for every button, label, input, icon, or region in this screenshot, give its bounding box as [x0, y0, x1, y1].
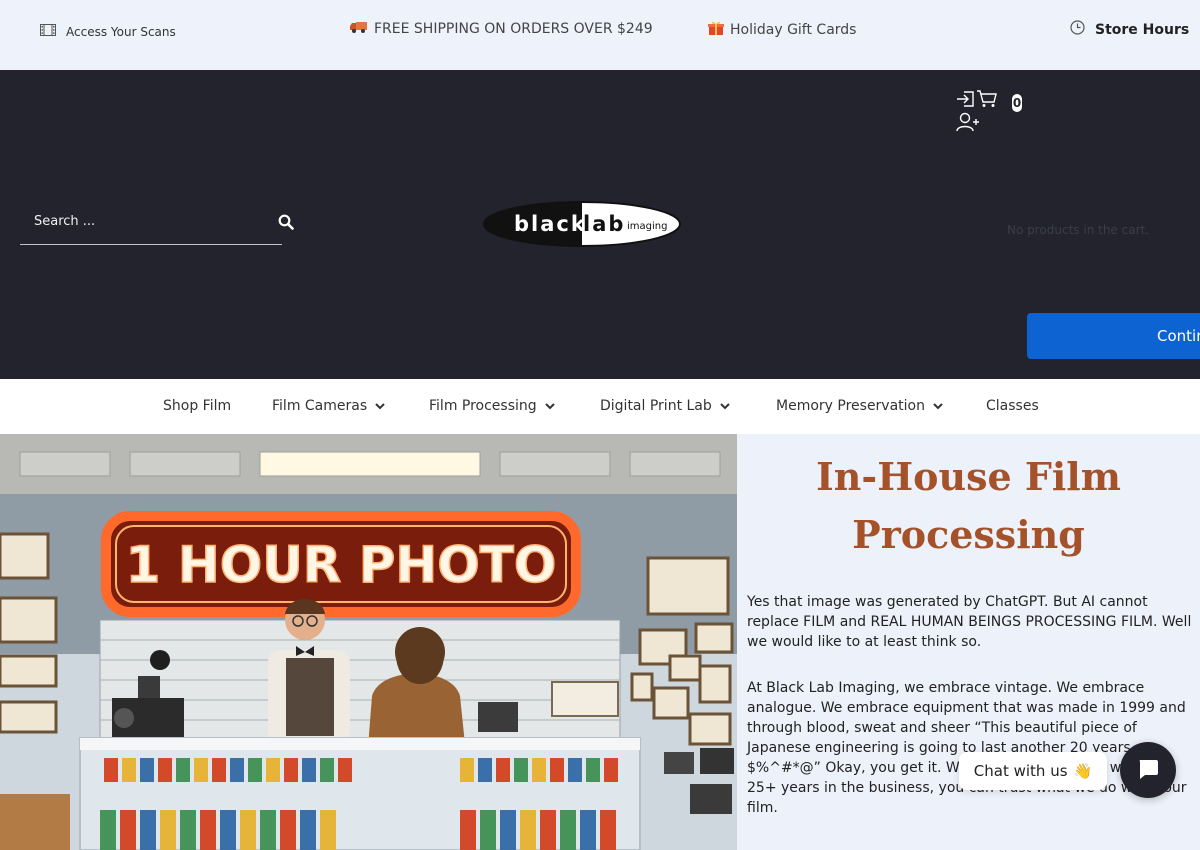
- main-navigation: Shop Film Film Cameras Film Processing D…: [0, 379, 1200, 434]
- logo-word-imaging: imaging: [627, 221, 667, 232]
- nav-item-label: Shop Film: [163, 398, 232, 414]
- cart-empty-message: No products in the cart.: [1007, 223, 1150, 237]
- clock-icon: [1070, 20, 1085, 39]
- top-bar: Access Your Scans FREE SHIPPING ON ORDER…: [0, 0, 1200, 70]
- nav-item-film-cameras[interactable]: Film Cameras: [272, 398, 385, 414]
- about-paragraph: At Black Lab Imaging, we embrace vintage…: [747, 680, 1187, 816]
- waving-hand-icon: 👋: [1073, 762, 1093, 780]
- logo-word-black: black: [514, 212, 587, 236]
- nav-item-label: Classes: [986, 398, 1039, 414]
- search-input[interactable]: [34, 214, 264, 229]
- chat-launcher-button[interactable]: [1120, 742, 1176, 798]
- chevron-down-icon: [375, 398, 385, 414]
- continue-shopping-button[interactable]: Continue Shopping: [1027, 313, 1200, 359]
- login-icon[interactable]: [956, 90, 976, 112]
- access-scans-label: Access Your Scans: [66, 24, 176, 39]
- hero-illustration: 1 HOUR PHOTO: [0, 434, 737, 850]
- page-title-line-2: Processing: [852, 512, 1085, 557]
- truck-icon: [350, 20, 368, 38]
- chevron-down-icon: [720, 398, 730, 414]
- page-title: In-House Film Processing: [737, 448, 1200, 564]
- search-icon[interactable]: [278, 214, 298, 234]
- search-box: [20, 200, 282, 245]
- free-shipping-banner: FREE SHIPPING ON ORDERS OVER $249: [350, 20, 653, 38]
- chat-bubble-icon: [1137, 758, 1159, 783]
- nav-item-memory-preservation[interactable]: Memory Preservation: [776, 398, 943, 414]
- nav-item-label: Digital Print Lab: [600, 398, 712, 414]
- chevron-down-icon: [544, 398, 555, 414]
- intro-paragraph: Yes that image was generated by ChatGPT.…: [747, 594, 1192, 650]
- cart-icon[interactable]: [976, 90, 998, 112]
- free-shipping-label: FREE SHIPPING ON ORDERS OVER $249: [374, 21, 653, 37]
- nav-item-label: Memory Preservation: [776, 398, 925, 414]
- nav-item-shop-film[interactable]: Shop Film: [163, 398, 231, 414]
- nav-item-film-processing[interactable]: Film Processing: [429, 398, 555, 414]
- add-user-icon[interactable]: [956, 112, 980, 136]
- neon-sign-text: 1 HOUR PHOTO: [126, 536, 557, 594]
- nav-item-label: Film Processing: [429, 398, 537, 414]
- nav-item-label: Film Cameras: [272, 398, 368, 414]
- nav-item-classes[interactable]: Classes: [986, 398, 1039, 414]
- film-icon: [40, 24, 56, 39]
- cart-count-badge: 0: [1012, 94, 1022, 112]
- page-title-line-1: In-House Film: [816, 454, 1121, 499]
- chat-prompt-bubble[interactable]: Chat with us 👋: [959, 752, 1107, 790]
- site-header: 0 black lab imaging No products in the c…: [0, 70, 1200, 379]
- access-scans-link[interactable]: Access Your Scans: [40, 24, 176, 39]
- gift-icon: [708, 20, 724, 40]
- chat-prompt-label: Chat with us: [973, 762, 1068, 780]
- chevron-down-icon: [933, 398, 943, 414]
- gift-cards-link[interactable]: Holiday Gift Cards: [708, 20, 856, 40]
- gift-cards-label: Holiday Gift Cards: [730, 22, 857, 38]
- site-logo[interactable]: black lab imaging: [482, 200, 682, 248]
- store-hours-label: Store Hours: [1095, 21, 1190, 38]
- logo-word-lab: lab: [583, 212, 625, 236]
- store-hours-link[interactable]: Store Hours: [1070, 20, 1189, 39]
- nav-item-digital-print-lab[interactable]: Digital Print Lab: [600, 398, 730, 414]
